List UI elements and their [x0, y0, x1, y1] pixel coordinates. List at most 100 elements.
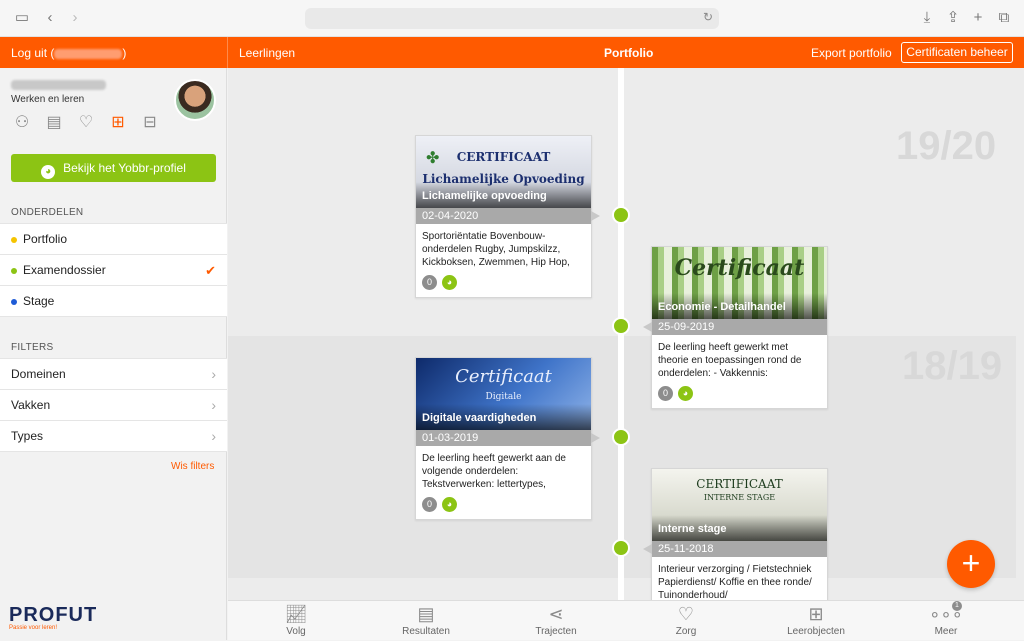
- filter-label: Domeinen: [11, 367, 66, 381]
- tabs-overview-icon[interactable]: ⧉: [995, 9, 1013, 27]
- blurred-profile-name: [11, 80, 106, 90]
- yellow-dot-icon: [11, 237, 17, 243]
- date-text: 25-09-2019: [658, 321, 715, 333]
- nav-label: Volg: [286, 626, 306, 637]
- chevron-right-icon: ›: [211, 397, 216, 413]
- export-portfolio-link[interactable]: Export portfolio: [811, 46, 892, 60]
- filters-header: FILTERS: [11, 342, 54, 353]
- filter-domeinen[interactable]: Domeinen ›: [0, 359, 227, 390]
- card-description: Interieur verzorging / Fietstechniek Pap…: [658, 564, 812, 600]
- download-icon[interactable]: ⤓: [918, 9, 936, 27]
- nav-meer[interactable]: ∘∘∘ 1 Meer: [896, 601, 996, 641]
- avatar: [174, 79, 216, 121]
- sidebar: Werken en leren ⚇ ▤ ♡ ⊞ ⊟ ◕ Bekijk het Yo…: [0, 68, 227, 640]
- card-footer: 0 ◕: [416, 495, 591, 519]
- portfolio-card[interactable]: CERTIFICAAT INTERNE STAGE Interne stage …: [643, 468, 828, 600]
- pointer-arrow: [591, 211, 600, 221]
- onderdelen-item-stage[interactable]: Stage: [0, 286, 227, 317]
- certificate-image: Certificaat Digitale Digitale vaardighed…: [416, 358, 591, 430]
- onderdelen-item-examendossier[interactable]: Examendossier ✔: [0, 255, 227, 286]
- yobbr-profile-button[interactable]: ◕ Bekijk het Yobbr-profiel: [11, 154, 216, 182]
- yobbr-badge-icon[interactable]: ◕: [442, 497, 457, 512]
- card-date: 01-03-2019: [416, 430, 600, 446]
- logout-prefix: Log uit (: [11, 46, 55, 60]
- checkmark-icon: ✔: [205, 263, 216, 278]
- timeline-dot: [612, 206, 630, 224]
- date-text: 02-04-2020: [422, 210, 479, 222]
- yobbr-icon: ◕: [41, 165, 56, 179]
- image-text: Certificaat: [455, 366, 552, 387]
- forward-icon[interactable]: ›: [66, 9, 84, 27]
- add-button[interactable]: +: [947, 540, 995, 588]
- share-icon[interactable]: ⇪: [944, 9, 962, 27]
- students-link[interactable]: Leerlingen: [239, 46, 295, 60]
- list-item-label: Examendossier: [23, 263, 106, 277]
- portfolio-card[interactable]: Certificaat Digitale Digitale vaardighed…: [415, 357, 600, 520]
- chart-icon: 📈︎: [284, 604, 308, 624]
- reload-icon[interactable]: ↻: [703, 10, 713, 24]
- yobbr-button-label: Bekijk het Yobbr-profiel: [63, 161, 186, 175]
- nav-label: Trajecten: [535, 626, 577, 637]
- blurred-username: [54, 48, 123, 59]
- yobbr-badge-icon[interactable]: ◕: [442, 275, 457, 290]
- share-icon: ⋖: [548, 604, 564, 624]
- chevron-right-icon: ›: [211, 428, 216, 444]
- yobbr-badge-icon[interactable]: ◕: [678, 386, 693, 401]
- certificates-manage-button[interactable]: Certificaten beheer: [901, 42, 1013, 63]
- logout-link[interactable]: Log uit (): [11, 46, 126, 60]
- clear-filters-link[interactable]: Wis filters: [171, 461, 214, 472]
- image-text: Certificaat: [674, 255, 805, 281]
- results-icon: ▤: [417, 604, 435, 624]
- card-title: Lichamelijke opvoeding: [416, 182, 591, 208]
- image-text: Digitale: [485, 392, 522, 402]
- heart-person-icon[interactable]: ♡: [75, 112, 97, 134]
- portfolio-folder-icon[interactable]: ⊞: [107, 112, 129, 134]
- nav-zorg[interactable]: ♡ Zorg: [636, 601, 736, 641]
- image-text: CERTIFICAAT: [696, 477, 783, 491]
- back-icon[interactable]: ‹: [41, 9, 59, 27]
- portfolio-card[interactable]: ✤ CERTIFICAAT Lichamelijke Opvoeding Lic…: [415, 135, 600, 298]
- filter-types[interactable]: Types ›: [0, 421, 227, 452]
- nav-label: Zorg: [675, 626, 697, 637]
- pointer-arrow: [591, 433, 600, 443]
- date-text: 25-11-2018: [658, 543, 714, 555]
- card-date: 25-11-2018: [643, 541, 827, 557]
- comment-count-badge[interactable]: 0: [422, 275, 437, 290]
- image-text: INTERNE STAGE: [703, 493, 776, 502]
- url-bar[interactable]: ↻: [305, 8, 719, 29]
- briefcase-icon[interactable]: ⊟: [139, 112, 161, 134]
- card-description: Sportoriëntatie Bovenbouw-onderdelen Rug…: [422, 231, 570, 268]
- green-dot-icon: [11, 268, 17, 274]
- timeline-dot: [612, 428, 630, 446]
- profut-logo: PROFUT: [9, 604, 98, 626]
- network-icon[interactable]: ⚇: [11, 112, 33, 134]
- timeline-dot: [612, 317, 630, 335]
- card-footer: 0 ◕: [652, 384, 827, 408]
- list-item-label: Portfolio: [23, 232, 68, 246]
- new-tab-icon[interactable]: +: [969, 9, 987, 27]
- nav-label: Leerobjecten: [787, 626, 845, 637]
- comment-count-badge[interactable]: 0: [422, 497, 437, 512]
- logout-suffix: ): [122, 46, 127, 60]
- onderdelen-list: Portfolio Examendossier ✔ Stage: [0, 223, 227, 317]
- nav-volg[interactable]: 📈︎ Volg: [246, 601, 346, 641]
- certificate-image: CERTIFICAAT INTERNE STAGE Interne stage: [652, 469, 827, 541]
- chevron-right-icon: ›: [211, 366, 216, 382]
- year-label: 18/19: [902, 344, 1003, 388]
- onderdelen-item-portfolio[interactable]: Portfolio: [0, 224, 227, 255]
- nav-label: Resultaten: [402, 626, 450, 637]
- pointer-arrow: [643, 322, 652, 332]
- notification-badge: 1: [952, 601, 962, 611]
- card-footer: 0 ◕: [416, 273, 591, 297]
- comment-count-badge[interactable]: 0: [658, 386, 673, 401]
- portfolio-card[interactable]: Certificaat Economie - Detailhandel 25-0…: [643, 246, 828, 409]
- nav-trajecten[interactable]: ⋖ Trajecten: [506, 601, 606, 641]
- sidebar-icon[interactable]: ▭: [13, 9, 31, 27]
- nav-leerobjecten[interactable]: ⊞ Leerobjecten: [766, 601, 866, 641]
- nav-resultaten[interactable]: ▤ Resultaten: [376, 601, 476, 641]
- more-icon: ∘∘∘: [929, 604, 963, 624]
- document-icon[interactable]: ▤: [43, 112, 65, 134]
- card-description: De leerling heeft gewerkt met theorie en…: [658, 342, 802, 379]
- filter-vakken[interactable]: Vakken ›: [0, 390, 227, 421]
- date-text: 01-03-2019: [422, 432, 479, 444]
